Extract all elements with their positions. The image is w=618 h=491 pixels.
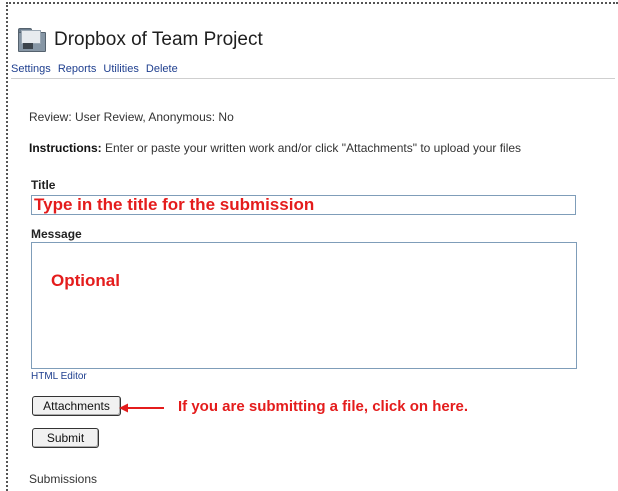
html-editor-link[interactable]: HTML Editor	[31, 371, 87, 382]
page-header: Dropbox of Team Project	[18, 28, 263, 52]
nav-settings-link[interactable]: Settings	[11, 63, 51, 75]
dropbox-folder-icon	[18, 28, 46, 52]
submissions-heading: Submissions	[29, 472, 98, 486]
attachment-annotation: If you are submitting a file, click on h…	[178, 398, 469, 415]
nav-delete-link[interactable]: Delete	[146, 63, 178, 75]
title-label: Title	[31, 178, 56, 192]
message-value: Optional	[51, 271, 120, 290]
message-label: Message	[31, 227, 82, 241]
nav-utilities-link[interactable]: Utilities	[103, 63, 138, 75]
instructions-body: Enter or paste your written work and/or …	[101, 141, 522, 155]
page-border-top	[6, 2, 618, 4]
message-textarea[interactable]: Optional	[31, 242, 577, 369]
left-arrow-icon	[119, 403, 164, 413]
instructions-label: Instructions:	[29, 141, 102, 155]
instructions-text: Instructions: Enter or paste your writte…	[29, 141, 618, 155]
attachments-button[interactable]: Attachments	[32, 396, 121, 416]
header-divider	[11, 78, 615, 79]
submit-button[interactable]: Submit	[32, 428, 99, 448]
title-input[interactable]: Type in the title for the submission	[31, 195, 576, 215]
dropbox-nav: Settings Reports Utilities Delete	[11, 63, 182, 75]
review-info: Review: User Review, Anonymous: No	[29, 110, 234, 124]
nav-reports-link[interactable]: Reports	[58, 63, 97, 75]
page-border-left	[6, 2, 8, 491]
page-title: Dropbox of Team Project	[54, 29, 263, 50]
